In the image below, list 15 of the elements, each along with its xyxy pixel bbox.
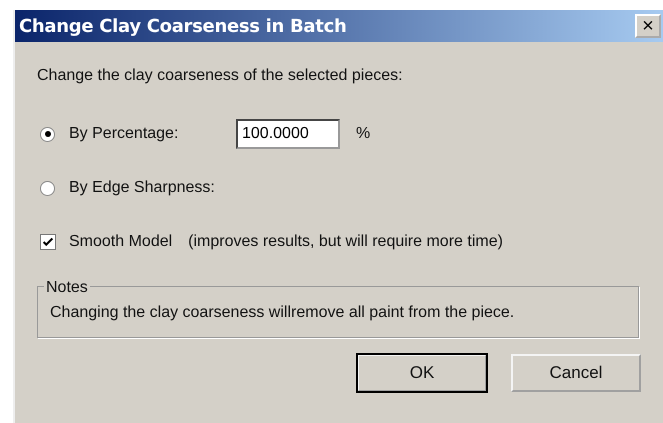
percentage-field[interactable]: 100.0000 bbox=[236, 119, 340, 149]
cancel-button[interactable]: Cancel bbox=[511, 354, 641, 392]
ok-button[interactable]: OK bbox=[357, 354, 487, 392]
radio-button[interactable] bbox=[40, 180, 55, 196]
option-label: By Edge Sharpness: bbox=[69, 178, 216, 198]
window-title: Change Clay Coarseness in Batch bbox=[19, 14, 346, 38]
unit-label: % bbox=[356, 124, 370, 144]
checkbox[interactable] bbox=[40, 234, 56, 250]
radio-button[interactable] bbox=[40, 126, 55, 142]
close-button[interactable]: × bbox=[635, 14, 661, 38]
checkbox-label: Smooth Model bbox=[69, 232, 172, 252]
hint-text: (improves results, but will require more time) bbox=[188, 232, 503, 252]
option-label: By Percentage: bbox=[69, 124, 180, 144]
notes-text: Changing the clay coarseness willremove all paint from the piece. bbox=[50, 303, 516, 323]
instruction-text: Change the clay coarseness of the selected pieces: bbox=[37, 66, 404, 86]
